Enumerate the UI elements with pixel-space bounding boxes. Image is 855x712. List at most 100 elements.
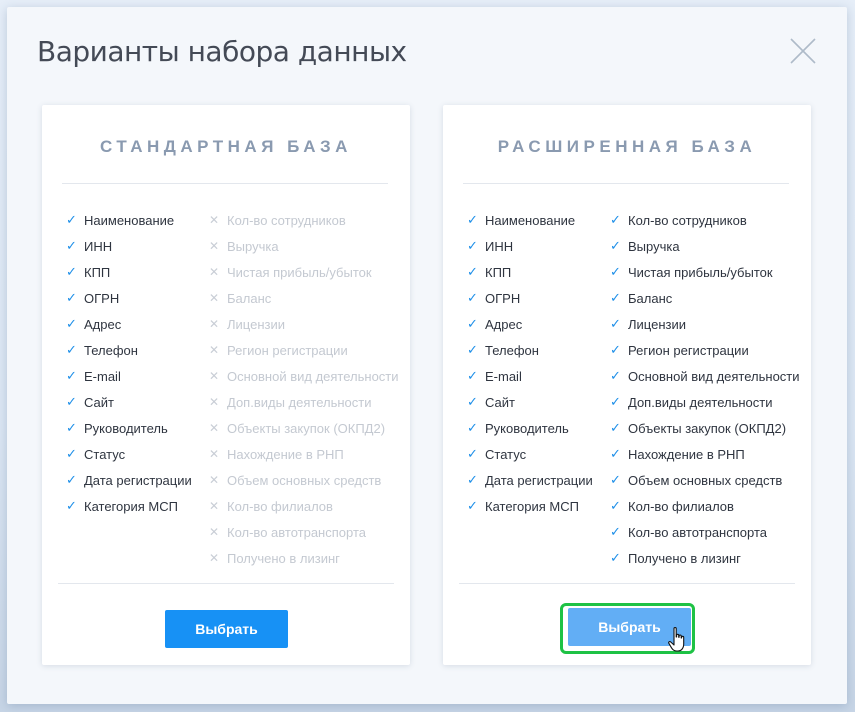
cross-icon: ✕ — [209, 291, 220, 305]
check-icon: ✓ — [610, 212, 621, 227]
check-icon: ✓ — [610, 498, 621, 513]
feature-item: ✓ Чистая прибыль/убыток — [610, 259, 800, 285]
feature-item: ✕ Объем основных средств — [209, 467, 399, 493]
feature-item: ✓ Руководитель — [66, 415, 192, 441]
cross-icon: ✕ — [209, 213, 220, 227]
check-icon: ✓ — [610, 238, 621, 253]
cross-icon: ✕ — [209, 317, 220, 331]
feature-item: ✓ Дата регистрации — [66, 467, 192, 493]
feature-item: ✓ Кол-во филиалов — [610, 493, 800, 519]
divider — [463, 183, 789, 184]
check-icon: ✓ — [467, 446, 478, 461]
feature-label: Адрес — [485, 316, 523, 332]
check-icon: ✓ — [66, 212, 77, 227]
included-fields-list: ✓ Наименование ✓ ИНН ✓ КПП ✓ ОГРН ✓ Адрес ✓ Телефон… — [467, 207, 593, 519]
dataset-options-dialog: Варианты набора данных СТАНДАРТНАЯ БАЗА … — [7, 7, 847, 704]
check-icon: ✓ — [467, 472, 478, 487]
feature-item: ✕ Получено в лизинг — [209, 545, 399, 571]
feature-item: ✕ Чистая прибыль/убыток — [209, 259, 399, 285]
feature-item: ✓ Сайт — [467, 389, 593, 415]
close-button[interactable] — [787, 35, 819, 67]
feature-item: ✓ КПП — [467, 259, 593, 285]
feature-label: Телефон — [84, 342, 138, 358]
feature-label: Получено в лизинг — [628, 550, 741, 566]
feature-label: Руководитель — [485, 420, 569, 436]
feature-label: ОГРН — [84, 290, 120, 306]
cross-icon: ✕ — [209, 395, 220, 409]
check-icon: ✓ — [467, 212, 478, 227]
feature-item: ✕ Основной вид деятельности — [209, 363, 399, 389]
feature-label: Кол-во автотранспорта — [628, 524, 767, 540]
check-icon: ✓ — [467, 342, 478, 357]
feature-item: ✓ Нахождение в РНП — [610, 441, 800, 467]
check-icon: ✓ — [610, 342, 621, 357]
divider — [62, 183, 388, 184]
feature-label: Регион регистрации — [628, 342, 749, 358]
cross-icon: ✕ — [209, 369, 220, 383]
cross-icon: ✕ — [209, 473, 220, 487]
feature-label: Категория МСП — [485, 498, 579, 514]
feature-item: ✕ Лицензии — [209, 311, 399, 337]
check-icon: ✓ — [467, 316, 478, 331]
feature-label: Основной вид деятельности — [628, 368, 800, 384]
feature-label: Выручка — [628, 238, 680, 254]
included-fields-list-extra: ✓ Кол-во сотрудников ✓ Выручка ✓ Чистая прибы… — [610, 207, 800, 571]
check-icon: ✓ — [467, 238, 478, 253]
feature-label: Объем основных средств — [628, 472, 783, 488]
excluded-fields-list: ✕ Кол-во сотрудников ✕ Выручка ✕ Чистая прибы… — [209, 207, 399, 571]
check-icon: ✓ — [66, 498, 77, 513]
feature-item: ✓ Кол-во сотрудников — [610, 207, 800, 233]
feature-item: ✓ Адрес — [467, 311, 593, 337]
check-icon: ✓ — [610, 394, 621, 409]
feature-label: ИНН — [84, 238, 113, 254]
check-icon: ✓ — [610, 368, 621, 383]
feature-label: КПП — [485, 264, 512, 280]
feature-item: ✓ Категория МСП — [467, 493, 593, 519]
feature-label: Баланс — [227, 290, 272, 306]
feature-item: ✕ Баланс — [209, 285, 399, 311]
feature-label: Статус — [84, 446, 126, 462]
divider — [58, 583, 394, 584]
feature-item: ✓ Адрес — [66, 311, 192, 337]
feature-label: Баланс — [628, 290, 673, 306]
check-icon: ✓ — [467, 264, 478, 279]
cross-icon: ✕ — [209, 551, 220, 565]
feature-label: Выручка — [227, 238, 279, 254]
select-standard-button[interactable]: Выбрать — [165, 610, 288, 648]
feature-item: ✕ Регион регистрации — [209, 337, 399, 363]
feature-label: Объекты закупок (ОКПД2) — [628, 420, 787, 436]
check-icon: ✓ — [66, 394, 77, 409]
cross-icon: ✕ — [209, 265, 220, 279]
check-icon: ✓ — [66, 238, 77, 253]
feature-item: ✓ Дата регистрации — [467, 467, 593, 493]
feature-item: ✕ Объекты закупок (ОКПД2) — [209, 415, 399, 441]
feature-item: ✓ E-mail — [66, 363, 192, 389]
feature-label: Лицензии — [628, 316, 686, 332]
feature-label: E-mail — [485, 368, 522, 384]
check-icon: ✓ — [610, 420, 621, 435]
check-icon: ✓ — [66, 446, 77, 461]
check-icon: ✓ — [610, 472, 621, 487]
feature-label: Получено в лизинг — [227, 550, 340, 566]
check-icon: ✓ — [66, 264, 77, 279]
cross-icon: ✕ — [209, 525, 220, 539]
check-icon: ✓ — [467, 498, 478, 513]
feature-item: ✓ Получено в лизинг — [610, 545, 800, 571]
feature-label: Кол-во сотрудников — [227, 212, 346, 228]
cross-icon: ✕ — [209, 447, 220, 461]
feature-item: ✓ E-mail — [467, 363, 593, 389]
feature-item: ✓ Статус — [467, 441, 593, 467]
feature-item: ✓ ИНН — [467, 233, 593, 259]
feature-label: КПП — [84, 264, 111, 280]
feature-item: ✓ ОГРН — [467, 285, 593, 311]
check-icon: ✓ — [66, 472, 77, 487]
feature-item: ✓ Кол-во автотранспорта — [610, 519, 800, 545]
feature-item: ✓ Регион регистрации — [610, 337, 800, 363]
feature-label: ИНН — [485, 238, 514, 254]
card-title: СТАНДАРТНАЯ БАЗА — [100, 137, 352, 156]
check-icon: ✓ — [467, 394, 478, 409]
feature-label: Доп.виды деятельности — [628, 394, 773, 410]
feature-label: Категория МСП — [84, 498, 178, 514]
feature-label: Регион регистрации — [227, 342, 348, 358]
check-icon: ✓ — [610, 524, 621, 539]
